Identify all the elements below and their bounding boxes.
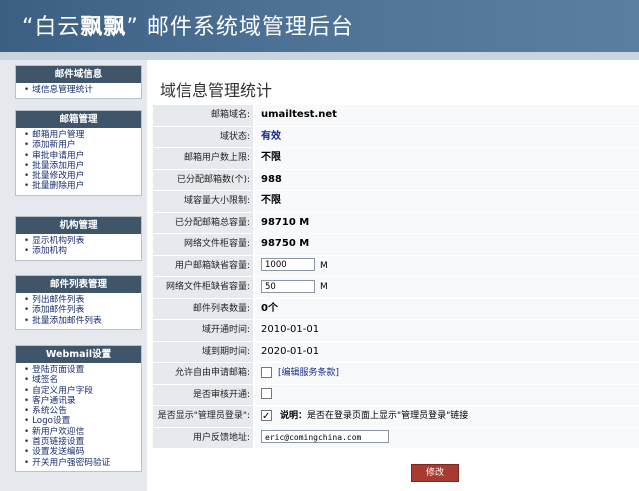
main-content: 域信息管理统计 邮箱域名: umailtest.net 域状态: 有效 邮箱用户… — [147, 60, 639, 491]
app-header-banner: “白云飘飘” 邮件系统域管理后台 — [0, 0, 639, 52]
mailing-lists-value: 0个 — [255, 298, 639, 319]
sidebar-item-list-mailing[interactable]: 列出邮件列表 — [24, 295, 141, 305]
show-admin-login-checkbox[interactable] — [261, 407, 272, 427]
edit-terms-link[interactable]: [编辑服务条款] — [278, 368, 339, 378]
field-label: 域状态: — [153, 126, 253, 147]
sidebar-item-batch-delete[interactable]: 批量删除用户 — [24, 181, 141, 191]
table-row: 用户邮箱缺省容量: 1000 M — [153, 255, 639, 277]
table-row: 域状态: 有效 — [153, 126, 639, 148]
default-netdisk-quota-input[interactable]: 50 — [261, 279, 315, 293]
sidebar-section-mailing-list: 邮件列表管理 列出邮件列表 添加邮件列表 批量添加邮件列表 — [15, 275, 142, 330]
table-row: 邮箱用户数上限: 不限 — [153, 148, 639, 170]
table-row: 邮箱域名: umailtest.net — [153, 105, 639, 127]
sidebar-section-webmail: Webmail设置 登陆页面设置 域签名 自定义用户字段 客户通讯录 系统公告 … — [15, 345, 142, 472]
sidebar-item-add-mailing[interactable]: 添加邮件列表 — [24, 305, 141, 315]
allocated-count-value: 988 — [255, 169, 639, 190]
sidebar-item-login-page[interactable]: 登陆页面设置 — [24, 365, 141, 375]
field-label: 域开通时间: — [153, 320, 253, 341]
table-row: 已分配邮箱数(个): 988 — [153, 169, 639, 191]
sidebar-item-approve-users[interactable]: 审批申请用户 — [24, 151, 141, 161]
unit-label: M — [320, 282, 328, 292]
sidebar-section-title: 邮件域信息 — [16, 66, 141, 83]
domain-info-table: 邮箱域名: umailtest.net 域状态: 有效 邮箱用户数上限: 不限 … — [153, 105, 639, 449]
sidebar-section-org: 机构管理 显示机构列表 添加机构 — [15, 216, 142, 261]
sidebar-item-batch-add-mailing[interactable]: 批量添加邮件列表 — [24, 316, 141, 326]
sidebar-item-domain-signature[interactable]: 域签名 — [24, 375, 141, 385]
domain-status-value: 有效 — [255, 126, 639, 147]
field-label: 邮箱用户数上限: — [153, 148, 253, 169]
table-row: 网络文件柜缺省容量: 50 M — [153, 277, 639, 299]
need-review-checkbox[interactable] — [261, 388, 272, 399]
table-row: 已分配邮箱总容量: 98710 M — [153, 212, 639, 234]
sidebar-item-strong-password[interactable]: 开关用户强密码验证 — [24, 458, 141, 468]
sidebar-item-domain-stats[interactable]: 域信息管理统计 — [24, 85, 141, 95]
domain-capacity-value: 不限 — [255, 191, 639, 212]
table-row: 域容量大小限制: 不限 — [153, 191, 639, 213]
field-label: 网络文件柜容量: — [153, 234, 253, 255]
sidebar-item-encoding[interactable]: 设置发送编码 — [24, 447, 141, 457]
sidebar-item-custom-fields[interactable]: 自定义用户字段 — [24, 386, 141, 396]
sidebar-item-welcome-letter[interactable]: 新用户欢迎信 — [24, 427, 141, 437]
table-row: 域到期时间: 2020-01-01 — [153, 341, 639, 363]
field-label: 允许自由申请邮箱: — [153, 363, 253, 384]
sidebar-item-announcement[interactable]: 系统公告 — [24, 406, 141, 416]
sidebar-section-title: 邮件列表管理 — [16, 276, 141, 293]
field-label: 是否审核开通: — [153, 384, 253, 405]
domain-name-value: umailtest.net — [255, 105, 639, 126]
feedback-address-input[interactable]: eric@comingchina.com — [261, 430, 389, 443]
sidebar-item-org-list[interactable]: 显示机构列表 — [24, 236, 141, 246]
sidebar-item-add-org[interactable]: 添加机构 — [24, 246, 141, 256]
header-divider — [0, 52, 639, 60]
field-label: 用户邮箱缺省容量: — [153, 255, 253, 276]
unit-label: M — [320, 260, 328, 271]
sidebar-item-home-links[interactable]: 首页链接设置 — [24, 437, 141, 447]
table-row: 是否审核开通: — [153, 384, 639, 406]
field-label: 邮箱域名: — [153, 105, 253, 126]
field-label: 网络文件柜缺省容量: — [153, 277, 253, 298]
sidebar-section-title: Webmail设置 — [16, 346, 141, 363]
sidebar-item-batch-add[interactable]: 批量添加用户 — [24, 161, 141, 171]
field-label: 已分配邮箱数(个): — [153, 169, 253, 190]
expire-date-value: 2020-01-01 — [255, 341, 639, 362]
field-label: 域容量大小限制: — [153, 191, 253, 212]
table-row: 用户反馈地址: eric@comingchina.com — [153, 427, 639, 449]
field-label: 是否显示"管理员登录": — [153, 406, 253, 427]
page-title: 域信息管理统计 — [160, 81, 273, 100]
table-row: 域开通时间: 2010-01-01 — [153, 320, 639, 342]
field-label: 用户反馈地址: — [153, 427, 253, 448]
table-row: 是否显示"管理员登录": 说明：是否在登录页面上显示"管理员登录"链接 — [153, 406, 639, 428]
modify-button[interactable]: 修改 — [411, 464, 459, 482]
sidebar-item-contacts[interactable]: 客户通讯录 — [24, 396, 141, 406]
sidebar-item-logo[interactable]: Logo设置 — [24, 416, 141, 426]
allocated-capacity-value: 98710 M — [255, 212, 639, 233]
sidebar-section-title: 邮箱管理 — [16, 111, 141, 128]
default-mailbox-quota-input[interactable]: 1000 — [261, 258, 315, 271]
netdisk-capacity-value: 98750 M — [255, 234, 639, 255]
sidebar-item-batch-edit[interactable]: 批量修改用户 — [24, 171, 141, 181]
field-label: 已分配邮箱总容量: — [153, 212, 253, 233]
free-register-checkbox[interactable] — [261, 366, 272, 378]
field-label: 域到期时间: — [153, 341, 253, 362]
sidebar-section-title: 机构管理 — [16, 217, 141, 234]
table-row: 允许自由申请邮箱: [编辑服务条款] — [153, 363, 639, 385]
user-limit-value: 不限 — [255, 148, 639, 169]
field-label: 邮件列表数量: — [153, 298, 253, 319]
sidebar-section-domain-info: 邮件域信息 域信息管理统计 — [15, 65, 142, 100]
open-date-value: 2010-01-01 — [255, 320, 639, 341]
sidebar-section-mailbox: 邮箱管理 邮箱用户管理 添加新用户 审批申请用户 批量添加用户 批量修改用户 批… — [15, 110, 142, 196]
admin-login-note: 说明：是否在登录页面上显示"管理员登录"链接 — [280, 411, 469, 421]
sidebar: 邮件域信息 域信息管理统计 邮箱管理 邮箱用户管理 添加新用户 审批申请用户 批… — [0, 60, 147, 491]
app-title: “白云飘飘” 邮件系统域管理后台 — [22, 15, 354, 40]
table-row: 网络文件柜容量: 98750 M — [153, 234, 639, 256]
sidebar-item-add-user[interactable]: 添加新用户 — [24, 140, 141, 150]
table-row: 邮件列表数量: 0个 — [153, 298, 639, 320]
sidebar-item-manage-users[interactable]: 邮箱用户管理 — [24, 130, 141, 140]
